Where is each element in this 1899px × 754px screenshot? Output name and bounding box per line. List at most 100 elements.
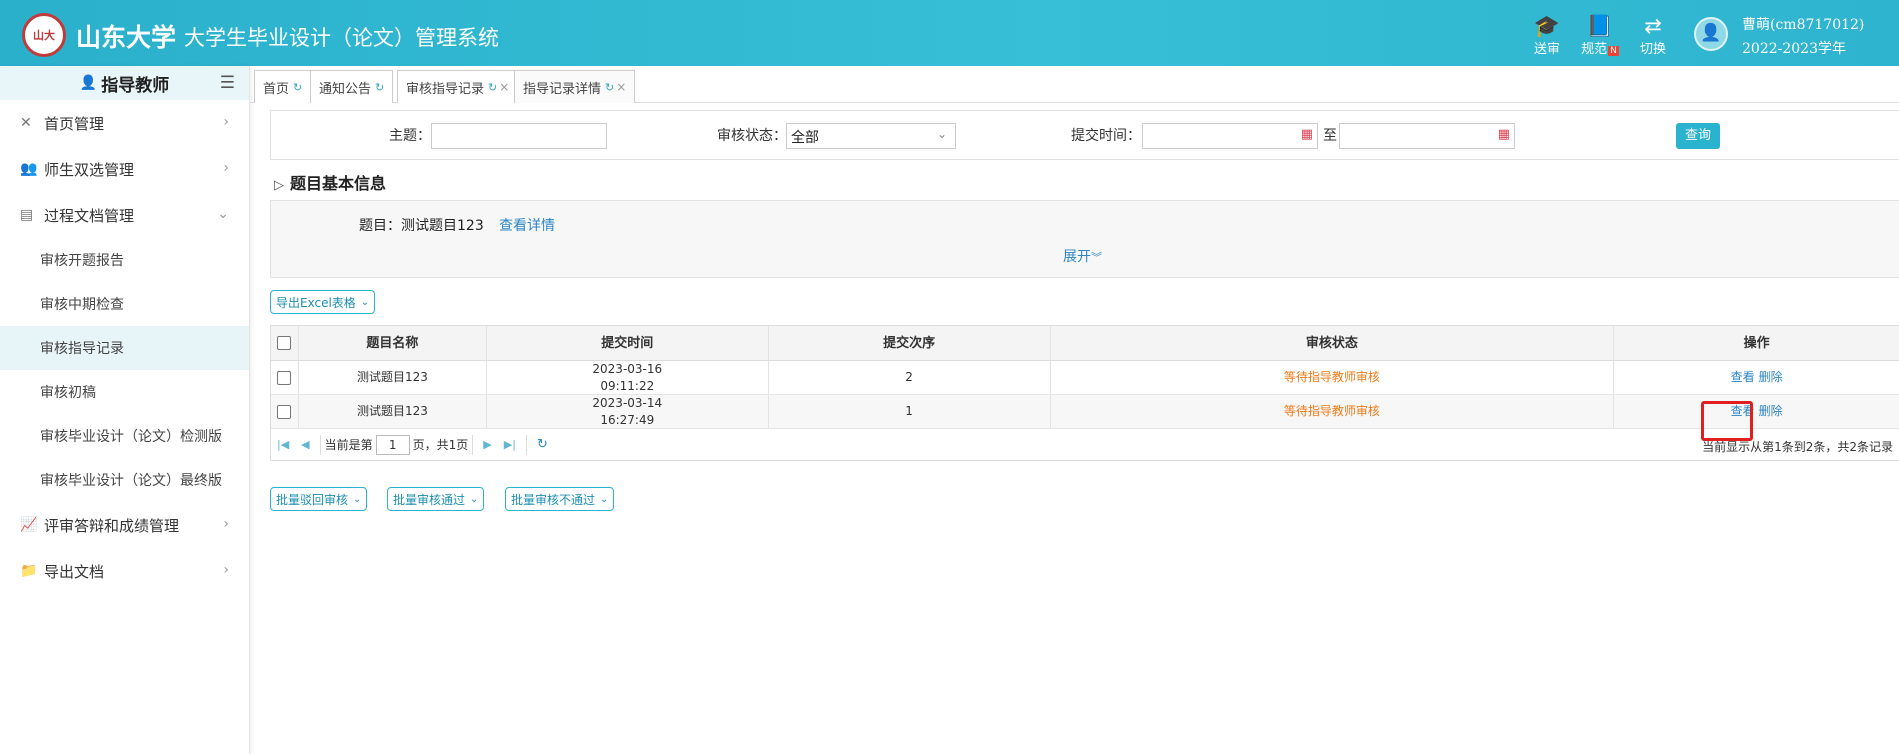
submit-time-cell: 2023-03-16 09:11:22 [487,361,769,394]
tab-label: 指导记录详情 [523,81,602,97]
chart-icon: 📈 [20,517,38,533]
sidebar-subitem-first-draft[interactable]: 审核初稿 [0,370,249,414]
row-checkbox[interactable] [277,404,292,419]
view-link[interactable]: 查看 [1731,369,1755,386]
column-header: 提交时间 [487,326,769,360]
submit-review-label: 送审 [1533,42,1560,57]
topic-input[interactable] [431,123,607,149]
refresh-icon[interactable]: ↻ [537,437,548,452]
next-page-icon[interactable]: ▶ [483,438,491,451]
sidebar-role-label: 指导教师 [101,75,170,96]
end-date-input[interactable]: ▦ [1339,123,1515,149]
export-excel-button[interactable]: 导出Excel表格 ⌄ [270,290,376,314]
refresh-icon[interactable]: ↻ [488,81,497,94]
graduation-cap-icon: 🎓 [1533,14,1561,38]
sidebar-subitem-proposal[interactable]: 审核开题报告 [0,238,249,282]
close-icon[interactable]: × [616,80,626,94]
chevron-down-icon: ⌄ [936,127,947,141]
tab-label: 通知公告 [319,81,372,97]
chevron-down-icon: ⌄ [470,493,479,505]
topic-name-cell: 测试题目123 [299,361,487,394]
sidebar-item-process-docs[interactable]: ▤ 过程文档管理 ⌄ [0,192,249,238]
batch-return-button[interactable]: 批量驳回审核 ⌄ [270,487,368,511]
topic-info-box: 题目：测试题目123 查看详情 展开︾ [270,200,1899,278]
status-label: 审核状态： [717,128,787,144]
submit-clock: 09:11:22 [600,378,655,393]
tab-notices[interactable]: 通知公告 ↻ [310,70,394,103]
user-name[interactable]: 曹萌(cm8717012) [1742,14,1864,34]
sidebar-subitem-guidance-records[interactable]: 审核指导记录 [0,326,249,370]
select-all-checkbox[interactable] [277,336,292,350]
teacher-icon: 👤 [79,75,98,91]
delete-link[interactable]: 删除 [1759,369,1783,386]
actions-cell: 查看 删除 [1614,395,1899,428]
topic-info-label: 题目： [359,218,401,234]
tab-guidance-detail[interactable]: 指导记录详情 ↻ × [514,70,636,103]
chevron-down-icon: ⌄ [600,493,609,505]
batch-return-label: 批量驳回审核 [276,492,349,507]
sidebar-subitem-midterm[interactable]: 审核中期检查 [0,282,249,326]
page-number-input[interactable]: 1 [375,434,410,455]
sidebar-item-export-docs[interactable]: 📁 导出文档 › [0,548,249,594]
top-header: 山大 山东大学 大学生毕业设计（论文）管理系统 🎓 送审 📘 规范 N ⇄ 切换 … [0,0,1899,66]
tab-home[interactable]: 首页 ↻ [254,70,312,103]
status-select[interactable]: 全部 ⌄ [786,123,956,149]
user-avatar-icon[interactable]: 👤 [1694,17,1728,51]
submit-review-button[interactable]: 🎓 送审 [1524,14,1570,57]
sidebar-item-home-management[interactable]: ✕ 首页管理 › [0,100,249,146]
sidebar-item-review-defense[interactable]: 📈 评审答辩和成绩管理 › [0,502,249,548]
row-select-cell [271,361,299,394]
expand-button[interactable]: 展开︾ [1063,246,1102,266]
switch-button[interactable]: ⇄ 切换 [1630,14,1676,57]
first-page-icon[interactable]: |◀ [277,438,289,451]
pager-divider [319,434,321,455]
column-header: 操作 [1743,335,1770,351]
start-date-input[interactable]: ▦ [1142,123,1318,149]
chevron-down-icon: ⌄ [217,206,229,222]
system-title: 大学生毕业设计（论文）管理系统 [184,26,499,50]
sidebar-role-header: 👤 指导教师 ☰ [0,66,249,100]
view-detail-link[interactable]: 查看详情 [499,215,555,235]
tab-label: 首页 [263,81,290,97]
column-header: 审核状态 [1051,326,1615,360]
collapse-sidebar-icon[interactable]: ☰ [220,73,235,93]
refresh-icon[interactable]: ↻ [375,81,384,94]
batch-reject-button[interactable]: 批量审核不通过 ⌄ [505,487,615,511]
row-select-cell [271,395,299,428]
sidebar-subitem-check-version[interactable]: 审核毕业设计（论文）检测版 [0,414,249,458]
topic-info-value: 测试题目123 [401,218,484,234]
prev-page-icon[interactable]: ◀ [301,438,309,451]
to-label: 至 [1323,128,1337,144]
page-prefix: 当前是第 [324,438,373,452]
topic-name-cell: 测试题目123 [299,395,487,428]
refresh-icon[interactable]: ↻ [293,81,302,94]
column-header: 提交次序 [769,326,1051,360]
calendar-icon[interactable]: ▦ [1498,127,1510,142]
topic-label: 主题： [389,128,431,144]
sidebar-item-label: 过程文档管理 [44,206,135,225]
tab-review-guidance[interactable]: 审核指导记录 ↻ × [397,70,519,103]
sidebar-subitem-final-version[interactable]: 审核毕业设计（论文）最终版 [0,458,249,502]
batch-pass-button[interactable]: 批量审核通过 ⌄ [387,487,485,511]
column-header: 题目名称 [299,326,487,360]
row-checkbox[interactable] [277,370,292,385]
calendar-icon[interactable]: ▦ [1301,127,1313,142]
last-page-icon[interactable]: ▶| [504,438,516,451]
close-icon[interactable]: × [499,80,509,94]
batch-reject-label: 批量审核不通过 [511,492,596,507]
pager-divider [525,434,527,455]
refresh-icon[interactable]: ↻ [605,81,614,94]
actions-cell: 查看 删除 [1614,361,1899,394]
guidelines-button[interactable]: 📘 规范 N [1577,14,1623,57]
sidebar-item-mutual-selection[interactable]: 👥 师生双选管理 › [0,146,249,192]
status-selected-value: 全部 [791,130,819,146]
export-label: 导出Excel表格 [276,295,356,310]
query-button[interactable]: 查询 [1676,123,1720,149]
section-title[interactable]: ▷ 题目基本信息 [274,170,386,194]
delete-link[interactable]: 删除 [1759,403,1783,420]
academic-year: 2022-2023学年 [1742,41,1846,57]
chevron-right-icon: › [223,160,229,176]
expand-label: 展开 [1063,249,1091,265]
page-suffix: 页，共1页 [412,438,469,452]
document-icon: ▤ [20,207,34,223]
